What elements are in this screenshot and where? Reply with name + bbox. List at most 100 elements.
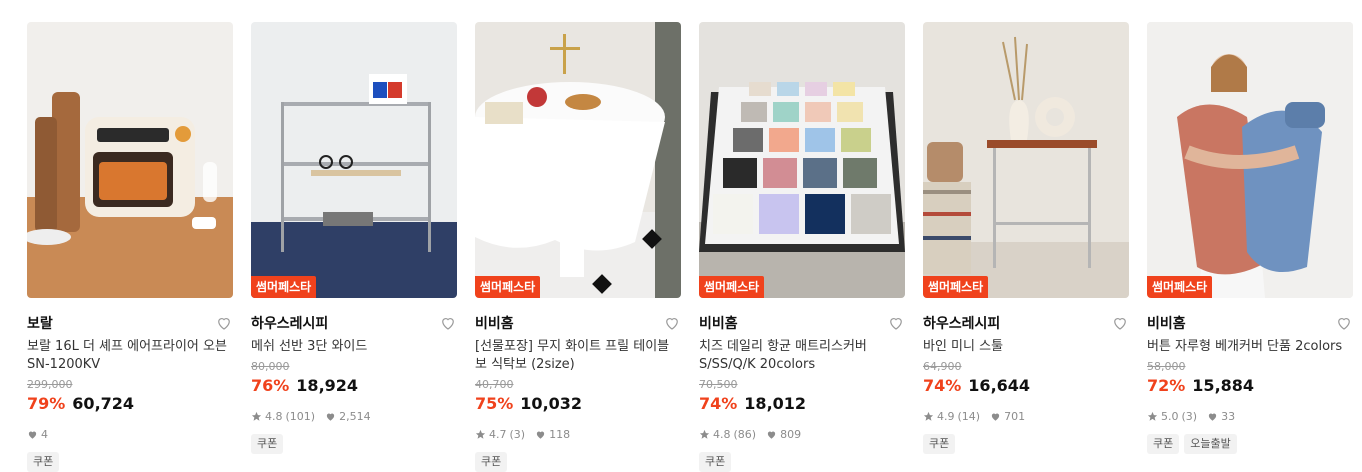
product-image[interactable]: 썸머페스타 — [251, 22, 457, 298]
summer-festa-badge: 썸머페스타 — [251, 276, 317, 298]
original-price: 70,500 — [699, 378, 738, 391]
product-title[interactable]: [선물포장] 무지 화이트 프릴 테이블보 식탁보 (2size) — [475, 338, 681, 374]
product-card-mesh-shelf[interactable]: 썸머페스타 하우스레시피 메쉬 선반 3단 와이드 80,000 76% 18,… — [251, 22, 457, 472]
sale-price: 16,644 — [968, 376, 1031, 395]
brand-name[interactable]: 하우스레시피 — [923, 313, 1000, 333]
product-title[interactable]: 버튼 자루형 베개커버 단품 2colors — [1147, 338, 1353, 356]
heart-filled-icon — [991, 413, 1000, 421]
sale-price: 18,012 — [744, 394, 807, 413]
product-image[interactable]: 썸머페스타 — [923, 22, 1129, 298]
review-count: (14) — [957, 409, 981, 423]
product-image[interactable]: 썸머페스타 — [1147, 22, 1353, 298]
product-title[interactable]: 치즈 데일리 항균 매트리스커버 S/SS/Q/K 20colors — [699, 338, 905, 374]
star-icon — [923, 411, 934, 421]
product-title[interactable]: 바인 미니 스툴 — [923, 338, 1129, 356]
heart-filled-icon — [1208, 413, 1217, 421]
summer-festa-badge: 썸머페스타 — [1147, 276, 1213, 298]
original-price: 299,000 — [27, 378, 73, 391]
rating-stat: 4.9 (14) — [923, 410, 980, 423]
summer-festa-badge: 썸머페스타 — [699, 276, 765, 298]
product-image[interactable]: 썸머페스타 — [475, 22, 681, 298]
original-price: 64,900 — [923, 360, 962, 373]
star-icon — [475, 429, 486, 439]
review-count: (101) — [285, 409, 316, 423]
heart-outline-icon[interactable] — [1335, 314, 1353, 332]
review-count: (3) — [1181, 409, 1198, 423]
likes-count: 118 — [549, 427, 571, 441]
likes-stat: 809 — [766, 428, 801, 441]
brand-name[interactable]: 비비홈 — [475, 313, 514, 333]
rating-stat: 5.0 (3) — [1147, 410, 1197, 423]
heart-filled-icon — [28, 431, 37, 439]
heart-outline-icon[interactable] — [215, 314, 233, 332]
rating-value: 4.7 — [489, 427, 507, 441]
rating-stat: 4.8 (101) — [251, 410, 315, 423]
product-image[interactable] — [27, 22, 233, 298]
summer-festa-badge: 썸머페스타 — [923, 276, 989, 298]
likes-stat: 701 — [990, 410, 1025, 423]
product-image[interactable]: 썸머페스타 — [699, 22, 905, 298]
sale-price: 60,724 — [72, 394, 135, 413]
rating-stat: 4.8 (86) — [699, 428, 756, 441]
rating-value: 4.8 — [713, 427, 731, 441]
likes-stat: 4 — [27, 428, 48, 441]
original-price: 58,000 — [1147, 360, 1186, 373]
coupon-tag: 쿠폰 — [27, 452, 60, 472]
heart-outline-icon[interactable] — [663, 314, 681, 332]
likes-count: 4 — [41, 427, 48, 441]
product-card-tablecloth[interactable]: 썸머페스타 비비홈 [선물포장] 무지 화이트 프릴 테이블보 식탁보 (2si… — [475, 22, 681, 472]
discount-rate: 79% — [27, 394, 66, 413]
discount-rate: 74% — [923, 376, 962, 395]
coupon-tag: 쿠폰 — [475, 452, 508, 472]
heart-filled-icon — [536, 431, 545, 439]
discount-rate: 72% — [1147, 376, 1186, 395]
mattress-cover-photo — [699, 22, 905, 298]
mesh-shelf-photo — [251, 22, 457, 298]
heart-outline-icon[interactable] — [439, 314, 457, 332]
star-icon — [251, 411, 262, 421]
original-price: 80,000 — [251, 360, 290, 373]
likes-count: 33 — [1221, 409, 1236, 423]
likes-stat: 33 — [1207, 410, 1235, 423]
rating-value: 4.8 — [265, 409, 283, 423]
discount-rate: 75% — [475, 394, 514, 413]
product-title[interactable]: 보랄 16L 더 셰프 에어프라이어 오븐 SN-1200KV — [27, 338, 233, 374]
product-title[interactable]: 메쉬 선반 3단 와이드 — [251, 338, 457, 356]
discount-rate: 74% — [699, 394, 738, 413]
likes-count: 809 — [780, 427, 802, 441]
rating-value: 4.9 — [937, 409, 955, 423]
star-icon — [1147, 411, 1158, 421]
star-icon — [699, 429, 710, 439]
mini-stool-photo — [923, 22, 1129, 298]
brand-name[interactable]: 비비홈 — [699, 313, 738, 333]
summer-festa-badge: 썸머페스타 — [475, 276, 541, 298]
review-count: (86) — [733, 427, 757, 441]
rating-stat: 4.7 (3) — [475, 428, 525, 441]
coupon-tag: 쿠폰 — [699, 452, 732, 472]
pillow-cover-photo — [1147, 22, 1353, 298]
product-row: 보랄 보랄 16L 더 셰프 에어프라이어 오븐 SN-1200KV 299,0… — [27, 22, 1353, 472]
product-card-air-fryer-oven[interactable]: 보랄 보랄 16L 더 셰프 에어프라이어 오븐 SN-1200KV 299,0… — [27, 22, 233, 472]
brand-name[interactable]: 비비홈 — [1147, 313, 1186, 333]
heart-outline-icon[interactable] — [887, 314, 905, 332]
product-card-mini-stool[interactable]: 썸머페스타 하우스레시피 바인 미니 스툴 64,900 74% 16,644 … — [923, 22, 1129, 472]
discount-rate: 76% — [251, 376, 290, 395]
likes-count: 701 — [1004, 409, 1026, 423]
product-card-pillow-cover[interactable]: 썸머페스타 비비홈 버튼 자루형 베개커버 단품 2colors 58,000 … — [1147, 22, 1353, 472]
brand-name[interactable]: 하우스레시피 — [251, 313, 328, 333]
brand-name[interactable]: 보랄 — [27, 313, 53, 333]
coupon-tag: 쿠폰 — [251, 434, 284, 454]
original-price: 40,700 — [475, 378, 514, 391]
sale-price: 10,032 — [520, 394, 583, 413]
coupon-tag: 쿠폰 — [923, 434, 956, 454]
sale-price: 18,924 — [296, 376, 359, 395]
rating-value: 5.0 — [1161, 409, 1179, 423]
air-fryer-oven-photo — [27, 22, 233, 298]
heart-outline-icon[interactable] — [1111, 314, 1129, 332]
heart-filled-icon — [326, 413, 335, 421]
sale-price: 15,884 — [1192, 376, 1255, 395]
product-card-mattress-cover[interactable]: 썸머페스타 비비홈 치즈 데일리 항균 매트리스커버 S/SS/Q/K 20co… — [699, 22, 905, 472]
heart-filled-icon — [767, 431, 776, 439]
likes-stat: 118 — [535, 428, 570, 441]
coupon-tag: 쿠폰 — [1147, 434, 1180, 454]
